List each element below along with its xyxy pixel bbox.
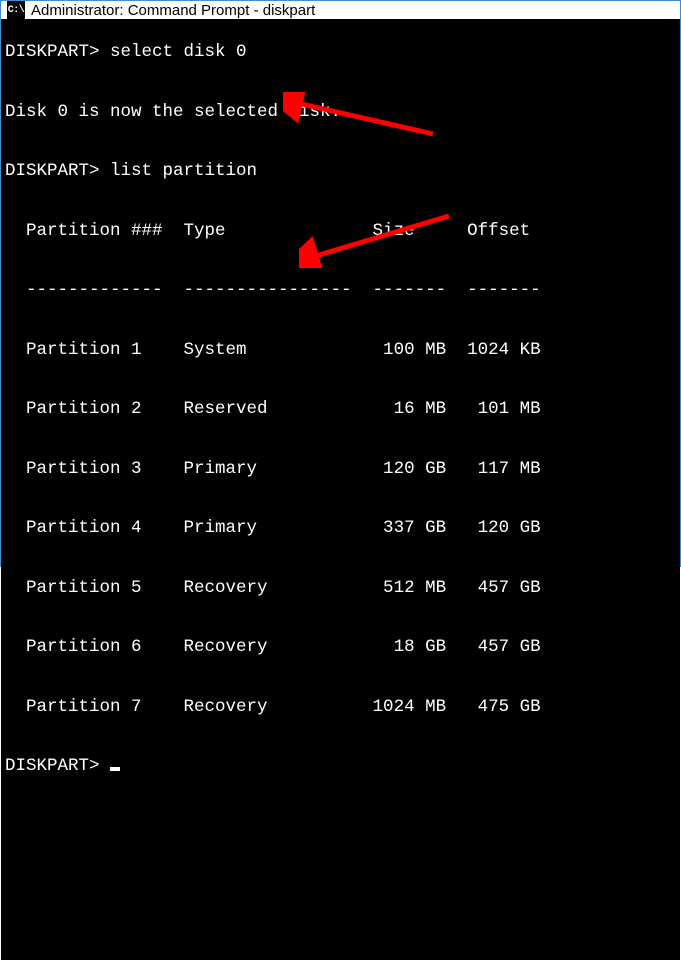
cmd-icon: C:\	[7, 1, 25, 19]
command-select-disk: select disk 0	[110, 42, 247, 62]
table-row: Partition 6 Recovery 18 GB 457 GB	[5, 633, 676, 663]
prompt-line-2: DISKPART> list partition	[5, 157, 676, 187]
titlebar[interactable]: C:\ Administrator: Command Prompt - disk…	[1, 1, 680, 20]
cursor	[110, 767, 120, 771]
table-row: Partition 7 Recovery 1024 MB 475 GB	[5, 693, 676, 723]
table-row: Partition 3 Primary 120 GB 117 MB	[5, 455, 676, 485]
table-row: Partition 4 Primary 337 GB 120 GB	[5, 514, 676, 544]
window-title: Administrator: Command Prompt - diskpart	[31, 2, 315, 19]
table-header: Partition ### Type Size Offset	[5, 217, 676, 247]
prompt: DISKPART>	[5, 756, 110, 776]
response-line-1: Disk 0 is now the selected disk.	[5, 98, 676, 128]
command-list-partition: list partition	[110, 161, 257, 181]
terminal-output[interactable]: DISKPART> select disk 0 Disk 0 is now th…	[1, 20, 680, 960]
prompt-line-3: DISKPART>	[5, 752, 676, 782]
prompt: DISKPART>	[5, 42, 110, 62]
table-divider: ------------- ---------------- ------- -…	[5, 276, 676, 306]
table-row: Partition 5 Recovery 512 MB 457 GB	[5, 574, 676, 604]
prompt-line-1: DISKPART> select disk 0	[5, 38, 676, 68]
command-prompt-window: C:\ Administrator: Command Prompt - disk…	[0, 0, 681, 567]
table-row: Partition 1 System 100 MB 1024 KB	[5, 336, 676, 366]
table-row: Partition 2 Reserved 16 MB 101 MB	[5, 395, 676, 425]
prompt: DISKPART>	[5, 161, 110, 181]
